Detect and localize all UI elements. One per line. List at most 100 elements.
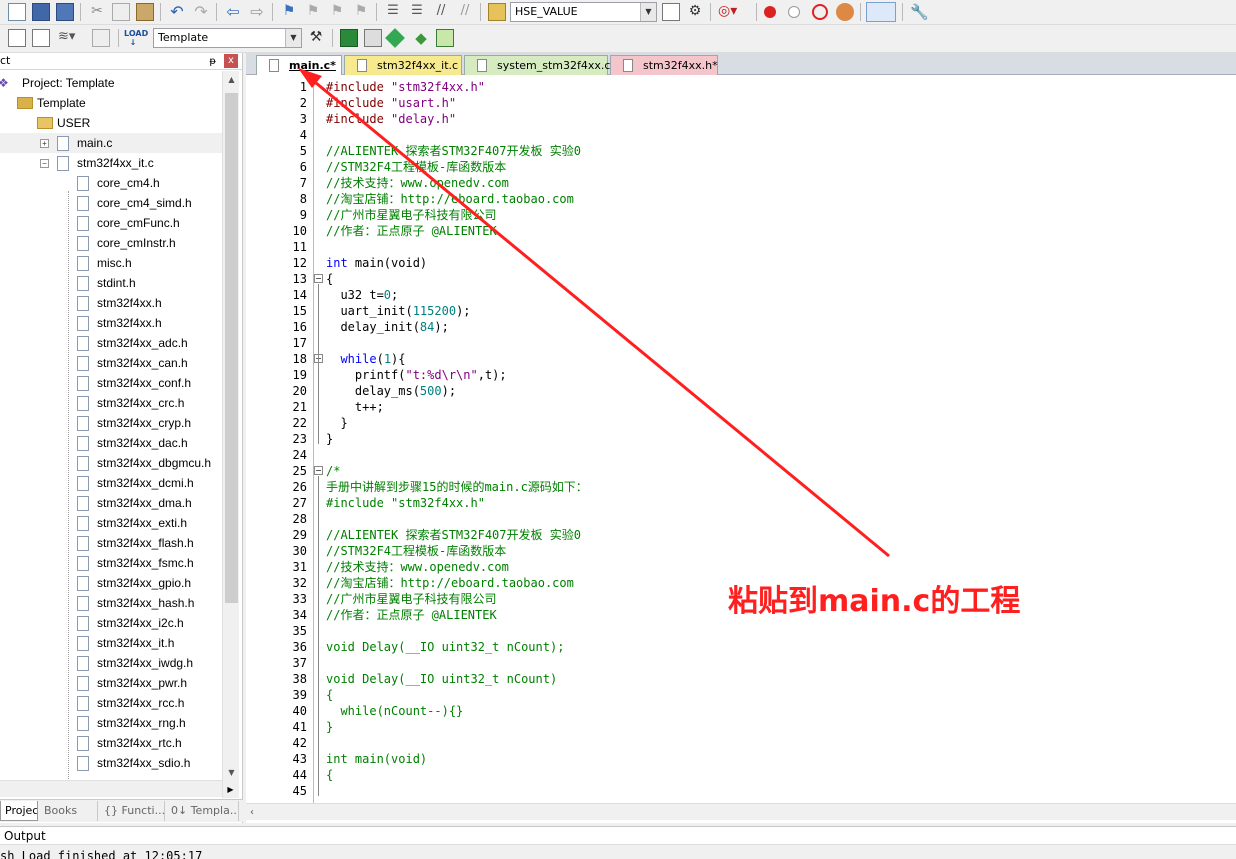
- options-icon[interactable]: ⚒: [307, 29, 325, 47]
- debug-icon[interactable]: ◎▾: [718, 3, 744, 21]
- scroll-left-icon[interactable]: ‹: [250, 804, 254, 821]
- expand-icon[interactable]: +: [40, 139, 49, 148]
- cut-icon[interactable]: ✂: [88, 3, 106, 21]
- tree-item[interactable]: stm32f4xx_fsmc.h: [0, 553, 222, 573]
- tree-item[interactable]: stm32f4xx_flash.h: [0, 533, 222, 553]
- tree-item[interactable]: stm32f4xx_adc.h: [0, 333, 222, 353]
- wrench-icon[interactable]: 🔧: [910, 3, 929, 21]
- code-line[interactable]: /*: [326, 463, 340, 479]
- panel-tab[interactable]: Project: [0, 801, 38, 821]
- code-line[interactable]: //ALIENTEK 探索者STM32F407开发板 实验0: [326, 527, 581, 543]
- tree-item[interactable]: stm32f4xx.h: [0, 293, 222, 313]
- code-line[interactable]: void Delay(__IO uint32_t nCount): [326, 671, 557, 687]
- code-line[interactable]: delay_ms(500);: [326, 383, 456, 399]
- code-line[interactable]: //淘宝店铺：http://eboard.taobao.com: [326, 575, 574, 591]
- scrollbar-thumb[interactable]: [225, 93, 238, 603]
- code-line[interactable]: //作者：正点原子 @ALIENTEK: [326, 223, 497, 239]
- tree-item[interactable]: stm32f4xx_cryp.h: [0, 413, 222, 433]
- disable-breakpoint-icon[interactable]: [788, 6, 800, 18]
- tree-item[interactable]: stm32f4xx_iwdg.h: [0, 653, 222, 673]
- undo-icon[interactable]: ↶: [168, 3, 186, 21]
- tree-item[interactable]: stm32f4xx_can.h: [0, 353, 222, 373]
- code-line[interactable]: int main(void): [326, 751, 427, 767]
- fold-toggle-icon[interactable]: −: [314, 274, 323, 283]
- comment-icon[interactable]: //: [432, 3, 450, 21]
- compile-icon[interactable]: [8, 29, 26, 47]
- code-line[interactable]: }: [326, 415, 347, 431]
- tree-item[interactable]: stm32f4xx_i2c.h: [0, 613, 222, 633]
- kill-breakpoints-icon[interactable]: [812, 4, 828, 20]
- code-line[interactable]: t++;: [326, 399, 384, 415]
- chevron-down-icon[interactable]: ▼: [640, 3, 656, 21]
- nav-back-icon[interactable]: ⇦: [224, 3, 242, 21]
- tree-item[interactable]: core_cmInstr.h: [0, 233, 222, 253]
- pack-installer-icon[interactable]: [364, 29, 382, 47]
- tree-item[interactable]: stdint.h: [0, 273, 222, 293]
- code-line[interactable]: //广州市星翼电子科技有限公司: [326, 207, 496, 223]
- define-combo[interactable]: HSE_VALUE ▼: [510, 2, 657, 22]
- tree-item[interactable]: core_cm4_simd.h: [0, 193, 222, 213]
- code-line[interactable]: {: [326, 687, 333, 703]
- chevron-down-icon[interactable]: ▼: [285, 29, 301, 47]
- uncomment-icon[interactable]: //: [456, 3, 474, 21]
- tree-item[interactable]: + main.c: [0, 133, 222, 153]
- manage-components-icon[interactable]: [340, 29, 358, 47]
- code-line[interactable]: printf("t:%d\r\n",t);: [326, 367, 507, 383]
- configure-options-icon[interactable]: ⚙: [686, 3, 704, 21]
- scroll-right-icon[interactable]: ▶: [222, 781, 239, 798]
- indent-icon[interactable]: ☰: [384, 3, 402, 21]
- project-tree[interactable]: ❖ Project: Template Template USER + main.c − st…: [0, 71, 222, 781]
- nav-forward-icon[interactable]: ⇨: [248, 3, 266, 21]
- tree-vertical-scrollbar[interactable]: ▲ ▼: [222, 71, 239, 798]
- breakpoint-icon[interactable]: [764, 6, 776, 18]
- tree-item[interactable]: stm32f4xx_exti.h: [0, 513, 222, 533]
- tree-item[interactable]: stm32f4xx_sdio.h: [0, 753, 222, 773]
- code-line[interactable]: //技术支持：www.openedv.com: [326, 559, 509, 575]
- tree-item[interactable]: ❖ Project: Template: [0, 73, 222, 93]
- scroll-up-icon[interactable]: ▲: [223, 71, 240, 88]
- code-line[interactable]: #include "stm32f4xx.h": [326, 495, 485, 511]
- code-line[interactable]: u32 t=0;: [326, 287, 398, 303]
- code-line[interactable]: //ALIENTEK 探索者STM32F407开发板 实验0: [326, 143, 581, 159]
- tree-item[interactable]: USER: [0, 113, 222, 133]
- code-line[interactable]: }: [326, 431, 333, 447]
- panel-tab[interactable]: 0↓ Templa...: [167, 801, 239, 821]
- prev-bookmark-icon[interactable]: ⚑: [304, 3, 322, 21]
- paste-icon[interactable]: [136, 3, 154, 21]
- panel-tab[interactable]: Books: [40, 801, 98, 821]
- tree-item[interactable]: stm32f4xx_gpio.h: [0, 573, 222, 593]
- batch-build-icon[interactable]: ≋▾: [58, 29, 84, 47]
- fold-toggle-icon[interactable]: −: [314, 466, 323, 475]
- code-line[interactable]: //STM32F4工程模板-库函数版本: [326, 159, 506, 175]
- tree-item[interactable]: stm32f4xx_conf.h: [0, 373, 222, 393]
- pin-icon[interactable]: ᵽ: [209, 54, 216, 70]
- code-line[interactable]: {: [326, 767, 333, 783]
- editor-tab[interactable]: stm32f4xx_it.c: [344, 55, 462, 75]
- tree-item[interactable]: stm32f4xx_dma.h: [0, 493, 222, 513]
- tree-item[interactable]: stm32f4xx_pwr.h: [0, 673, 222, 693]
- download-icon[interactable]: LOAD ↓: [124, 29, 148, 47]
- code-line[interactable]: //作者：正点原子 @ALIENTEK: [326, 607, 497, 623]
- build-icon[interactable]: [32, 29, 50, 47]
- code-line[interactable]: //淘宝店铺：http://eboard.taobao.com: [326, 191, 574, 207]
- code-line[interactable]: while(1){: [326, 351, 405, 367]
- code-line[interactable]: 手册中讲解到步骤15的时候的main.c源码如下：: [326, 479, 588, 495]
- tree-item[interactable]: stm32f4xx_crc.h: [0, 393, 222, 413]
- tree-item[interactable]: stm32f4xx_rcc.h: [0, 693, 222, 713]
- code-line[interactable]: #include "stm32f4xx.h": [326, 79, 485, 95]
- code-line[interactable]: #include "usart.h": [326, 95, 456, 111]
- window-layout-icon[interactable]: [866, 2, 896, 22]
- tree-item[interactable]: stm32f4xx.h: [0, 313, 222, 333]
- find-in-files-icon[interactable]: [488, 3, 506, 21]
- code-line[interactable]: #include "delay.h": [326, 111, 456, 127]
- editor-horizontal-scrollbar[interactable]: ‹: [246, 803, 1236, 820]
- scroll-down-icon[interactable]: ▼: [223, 764, 240, 781]
- code-line[interactable]: int main(void): [326, 255, 427, 271]
- tree-item[interactable]: stm32f4xx_dac.h: [0, 433, 222, 453]
- tree-item[interactable]: stm32f4xx_dcmi.h: [0, 473, 222, 493]
- tree-item[interactable]: stm32f4xx_rtc.h: [0, 733, 222, 753]
- editor-tab[interactable]: stm32f4xx.h*: [610, 55, 718, 75]
- manage-env-icon[interactable]: [436, 29, 454, 47]
- select-pack-icon[interactable]: [385, 28, 405, 48]
- unindent-icon[interactable]: ☰: [408, 3, 426, 21]
